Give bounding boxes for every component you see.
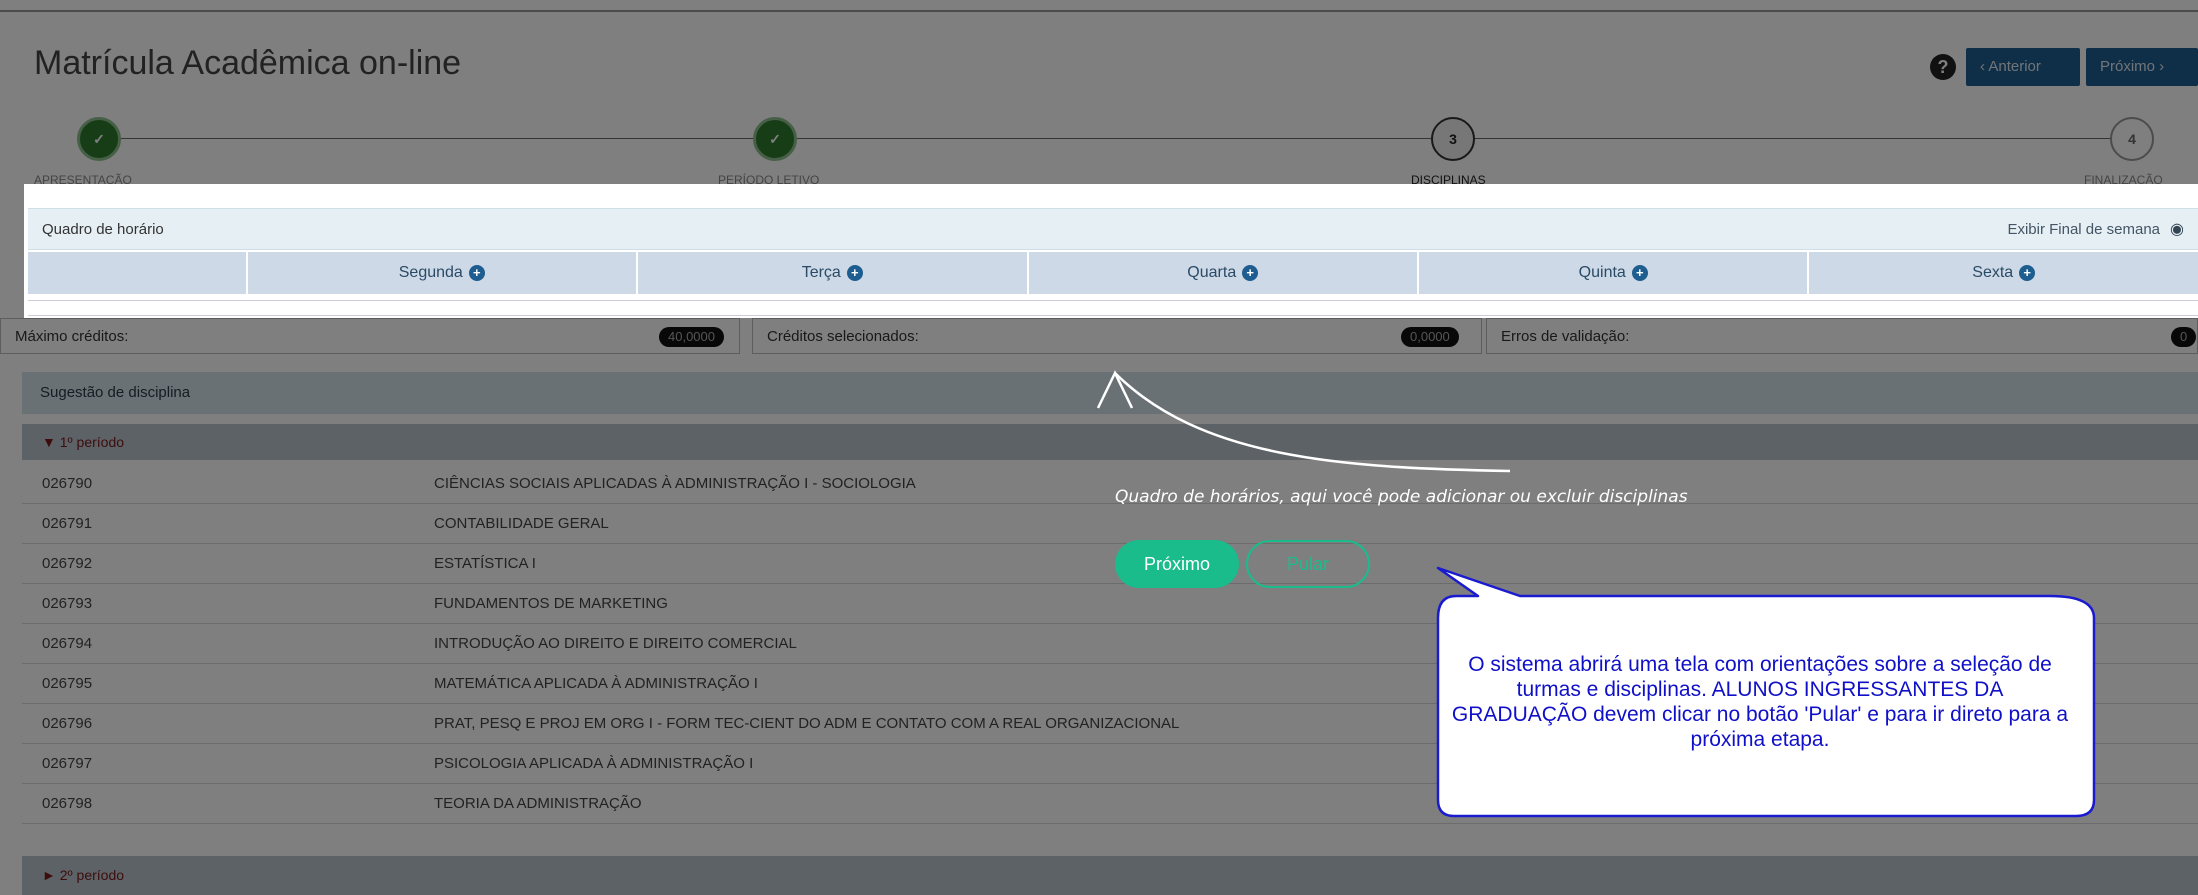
step-1-check-icon: ✓ [77,117,121,161]
add-circle-icon[interactable]: + [468,265,485,281]
triangle-right-icon: ► [42,867,60,883]
step-4-circle: 4 [2110,117,2154,161]
add-circle-icon[interactable]: + [846,265,863,281]
schedule-body [28,300,2198,316]
validation-errors-badge: 0 [2171,327,2197,347]
next-button[interactable]: Próximo › [2086,48,2198,86]
stepper-line [100,138,2140,139]
tour-skip-button[interactable]: Pular [1246,540,1370,588]
selected-credits-box: Créditos selecionados: 0,0000 [752,318,1482,354]
day-header-friday[interactable]: Sexta + [1807,252,2197,294]
add-circle-icon[interactable]: + [1631,265,1648,281]
selected-credits-badge: 0,0000 [1401,327,1459,347]
schedule-days-row: Segunda + Terça + Quarta + Quinta + Sexta + [28,252,2198,294]
weekend-toggle[interactable]: Exibir Final de semana ◉ [2007,209,2184,251]
day-header-thursday[interactable]: Quinta + [1417,252,1807,294]
triangle-down-icon: ▼ [42,434,60,450]
day-header-wednesday[interactable]: Quarta + [1026,252,1417,294]
course-row[interactable]: 026791 CONTABILIDADE GERAL [22,504,2198,544]
step-2-check-icon: ✓ [753,117,797,161]
validation-errors-box: Erros de validação: 0 [1486,318,2198,354]
previous-button[interactable]: ‹ Anterior [1966,48,2080,86]
tour-arrow-icon [1096,370,1511,473]
eye-icon: ◉ [2170,221,2184,238]
day-header-monday[interactable]: Segunda + [245,252,636,294]
chevron-right-icon: › [2155,58,2165,75]
add-circle-icon[interactable]: + [2019,265,2036,281]
help-icon[interactable]: ? [1930,54,1956,80]
page-title: Matrícula Acadêmica on-line [34,44,462,82]
day-header-tuesday[interactable]: Terça + [636,252,1026,294]
top-divider [0,10,2198,12]
tour-next-button[interactable]: Próximo [1115,540,1239,588]
time-column-header [28,252,246,294]
schedule-header: Quadro de horário Exibir Final de semana… [28,208,2198,250]
schedule-highlight [24,184,2198,318]
tour-step-text: Quadro de horários, aqui você pode adici… [1115,487,1688,507]
period-2-toggle[interactable]: ► 2º período [22,856,2198,895]
schedule-title: Quadro de horário [42,221,164,238]
max-credits-badge: 40,0000 [659,327,724,347]
step-3-circle: 3 [1431,117,1475,161]
callout-text: O sistema abrirá uma tela com orientaçõe… [1451,653,2069,751]
max-credits-box: Máximo créditos: 40,0000 [0,318,740,354]
add-circle-icon[interactable]: + [1242,265,1259,281]
